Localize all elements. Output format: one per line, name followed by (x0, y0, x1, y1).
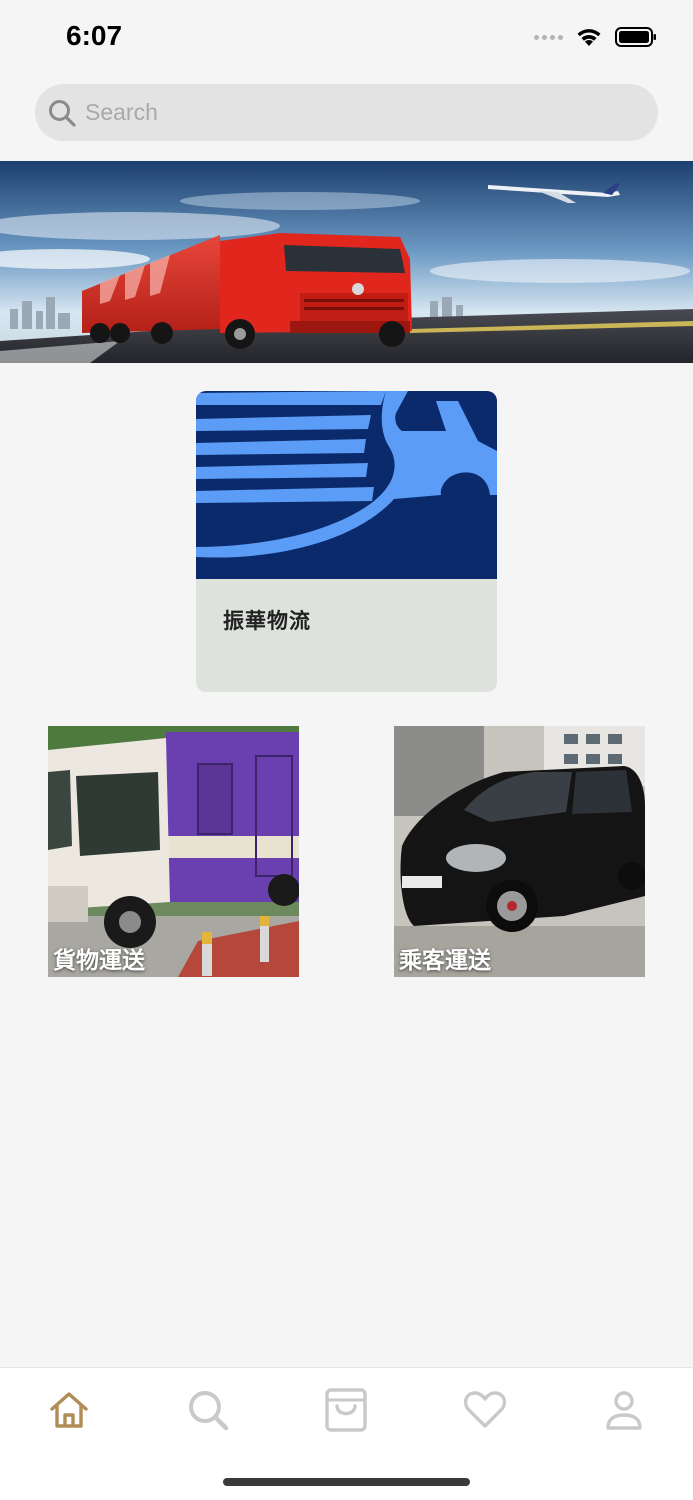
status-indicators (534, 26, 657, 48)
passenger-van-image (394, 726, 645, 977)
tab-home[interactable] (45, 1386, 93, 1434)
signal-icon (534, 34, 563, 40)
status-bar: 6:07 (0, 0, 693, 76)
tab-favorites[interactable] (461, 1386, 509, 1434)
shopping-bag-icon (325, 1388, 367, 1432)
tab-cart[interactable] (322, 1386, 370, 1434)
cargo-delivery-label: 貨物運送 (53, 948, 145, 974)
company-card[interactable]: 振華物流 (196, 391, 497, 692)
passenger-delivery-tile[interactable]: 乘客運送 (394, 726, 645, 977)
search-icon (189, 1391, 229, 1431)
company-name: 振華物流 (223, 609, 311, 633)
home-indicator[interactable] (223, 1478, 470, 1486)
cargo-delivery-tile[interactable]: 貨物運送 (48, 726, 299, 977)
passenger-delivery-label: 乘客運送 (399, 948, 491, 974)
status-time: 6:07 (66, 20, 123, 51)
search-icon (49, 99, 76, 127)
tab-profile[interactable] (600, 1386, 648, 1434)
tab-search[interactable] (184, 1386, 232, 1434)
battery-icon (615, 27, 656, 47)
wifi-icon (577, 29, 601, 46)
company-logo-image (196, 391, 497, 579)
cargo-truck-image (48, 726, 299, 977)
home-icon (50, 1392, 88, 1428)
search-input[interactable] (85, 99, 605, 126)
hero-banner-image (0, 161, 693, 363)
search-bar[interactable] (35, 84, 658, 141)
profile-icon (606, 1391, 642, 1430)
heart-icon (463, 1391, 507, 1428)
